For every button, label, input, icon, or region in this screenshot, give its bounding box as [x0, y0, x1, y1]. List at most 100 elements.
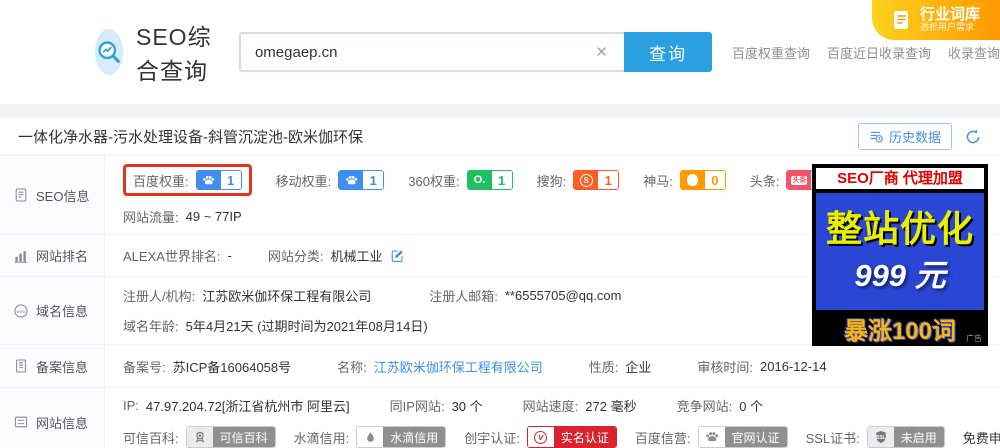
sogou-weight-badge[interactable]: S 1 — [573, 170, 620, 190]
baidu-paw-icon — [698, 427, 725, 447]
domain-age-label: 域名年龄: — [123, 319, 179, 334]
lexicon-doc-icon — [892, 9, 912, 31]
speed-item: 网站速度: 272 毫秒 — [523, 396, 637, 415]
ip-value: 47.97.204.72[浙江省杭州市 阿里云] — [145, 399, 350, 414]
traffic-value: 49 ~ 77IP — [185, 209, 242, 224]
sidebar-label: 网站排名 — [36, 249, 89, 264]
badge-label: 水滴信用 — [383, 427, 446, 447]
ad-price: 999 元 — [854, 257, 946, 293]
icp-name-item: 名称: 江苏欧米伽环保工程有限公司 — [337, 357, 543, 376]
list-icon — [13, 414, 29, 430]
domain-age-item: 域名年龄: 5年4月21天 (过期时间为2021年08月14日) — [123, 316, 428, 335]
category-value: 机械工业 — [330, 249, 383, 264]
icp-number-label: 备案号: — [123, 359, 166, 375]
baidu-paw-icon — [339, 171, 364, 189]
link-baidu-weight-query[interactable]: 百度权重查询 — [732, 43, 810, 62]
registrant-label: 注册人/机构: — [123, 289, 196, 304]
sidebar-label: 网站信息 — [36, 415, 89, 431]
edit-icon[interactable] — [390, 248, 405, 263]
baidu-weight-badge[interactable]: 1 — [195, 170, 242, 190]
registrant-email-item: 注册人邮箱: **6555705@qq.com — [429, 286, 621, 305]
free-apply-link[interactable]: 免费申请 — [963, 428, 1000, 447]
360-weight-badge[interactable]: O. 1 — [466, 170, 513, 190]
doc-lines-icon — [13, 358, 29, 374]
v-verify-icon: v — [527, 427, 554, 447]
same-ip-item: 同IP网站: 30 个 — [390, 396, 483, 415]
header-links: 百度权重查询 百度近日收录查询 收录查询 — [732, 43, 1000, 62]
water-drop-icon — [357, 427, 384, 447]
encyclopedia-badge[interactable]: 可信百科 — [185, 426, 276, 448]
site-info-row: 网站信息 IP: 47.97.204.72[浙江省杭州市 阿里云] 同IP网站:… — [0, 388, 1000, 448]
sidebar-label: 备案信息 — [36, 359, 89, 375]
history-data-button[interactable]: 历史数据 — [857, 123, 952, 150]
mobile-weight-badge[interactable]: 1 — [338, 170, 385, 190]
registrant-item: 注册人/机构: 江苏欧米伽环保工程有限公司 — [123, 286, 371, 305]
mobile-weight-value: 1 — [363, 171, 384, 189]
history-list-clock-icon — [869, 129, 884, 144]
ribbon-title: 行业词库 — [919, 5, 980, 23]
same-ip-value: 30 个 — [451, 399, 483, 414]
alexa-value: - — [227, 248, 232, 263]
ad-banner[interactable]: SEO厂商 代理加盟 整站优化 999 元 暴涨100词 广告 — [812, 164, 988, 346]
sidebar-label: SEO信息 — [36, 188, 90, 204]
ssl-badge[interactable]: SSL 未启用 — [866, 426, 945, 448]
trust-label: 水滴信用: — [293, 430, 350, 446]
icp-nature-item: 性质: 企业 — [589, 357, 652, 376]
site-category-item: 网站分类: 机械工业 — [268, 246, 405, 265]
realname-verify-badge[interactable]: v 实名认证 — [526, 426, 617, 448]
trust-verify-item: 创宇认证: v 实名认证 — [464, 426, 617, 448]
trust-label: 可信百科: — [123, 430, 179, 446]
icp-audit-value: 2016-12-14 — [760, 358, 827, 374]
ad-footer-text: 暴涨100词 — [843, 317, 957, 345]
ad-tag: 广告 — [966, 334, 982, 343]
traffic-label: 网站流量: — [123, 210, 179, 225]
sidebar-label: 域名信息 — [36, 304, 89, 319]
trust-encyclopedia-item: 可信百科: 可信百科 — [123, 426, 276, 448]
seo-magnifier-icon — [95, 29, 123, 75]
360-weight-value: 1 — [491, 171, 512, 189]
industry-lexicon-ribbon[interactable]: 行业词库 透析用户需求 — [872, 0, 1000, 40]
icp-number-item: 备案号: 苏ICP备16064058号 — [123, 357, 291, 376]
sogou-weight-item: 搜狗: S 1 — [537, 170, 620, 190]
icp-name-label: 名称: — [337, 359, 367, 375]
360-weight-item: 360权重: O. 1 — [408, 170, 513, 190]
titlebar: 一体化净水器-污水处理设备-斜管沉淀池-欧米伽环保 历史数据 — [0, 118, 1000, 156]
app-logo[interactable]: SEO综合查询 — [95, 18, 221, 86]
search-box: × 查询 — [238, 32, 712, 72]
bar-chart-icon — [13, 248, 29, 264]
badge-label: 官网认证 — [724, 427, 787, 447]
sidebar-item-seo-info: SEO信息 — [0, 156, 105, 234]
history-data-label: 历史数据 — [888, 130, 941, 145]
link-baidu-recent-index-query[interactable]: 百度近日收录查询 — [827, 43, 931, 62]
email-label: 注册人邮箱: — [429, 289, 498, 304]
trust-label: SSL证书: — [805, 430, 860, 446]
header-divider-strip — [0, 104, 1000, 118]
email-value: **6555705@qq.com — [504, 288, 622, 303]
same-ip-label: 同IP网站: — [389, 399, 445, 414]
waterdrop-badge[interactable]: 水滴信用 — [356, 426, 447, 448]
icp-name-link[interactable]: 江苏欧米伽环保工程有限公司 — [374, 357, 543, 376]
weight-label: 搜狗: — [536, 173, 567, 189]
toutiao-icon: 头条 — [787, 171, 812, 189]
competitor-label: 竞争网站: — [676, 399, 733, 414]
link-index-query[interactable]: 收录查询 — [948, 43, 1000, 62]
registrant-value: 江苏欧米伽环保工程有限公司 — [202, 289, 372, 304]
ssl-shield-icon: SSL — [867, 427, 894, 447]
trust-label: 创宇认证: — [464, 430, 520, 446]
icp-audit-item: 审核时间: 2016-12-14 — [697, 357, 826, 376]
icp-nature-label: 性质: — [588, 359, 619, 375]
shenma-weight-badge[interactable]: 0 — [679, 170, 726, 190]
search-input[interactable] — [238, 32, 624, 72]
official-site-badge[interactable]: 官网认证 — [697, 426, 788, 448]
icp-info-row: 备案信息 备案号: 苏ICP备16064058号 名称: 江苏欧米伽环保工程有限… — [0, 345, 1000, 388]
alexa-label: ALEXA世界排名: — [123, 249, 221, 264]
icp-number-value: 苏ICP备16064058号 — [172, 359, 292, 375]
ad-footer: 暴涨100词 广告 — [816, 310, 984, 346]
ad-headline: SEO厂商 代理加盟 — [816, 168, 984, 189]
alexa-rank-item: ALEXA世界排名: - — [123, 246, 232, 265]
weight-label: 360权重: — [408, 173, 460, 189]
query-button[interactable]: 查询 — [623, 32, 712, 72]
speed-value: 272 毫秒 — [585, 399, 637, 414]
refresh-icon[interactable] — [964, 128, 982, 146]
sidebar-item-site-rank: 网站排名 — [0, 235, 105, 276]
